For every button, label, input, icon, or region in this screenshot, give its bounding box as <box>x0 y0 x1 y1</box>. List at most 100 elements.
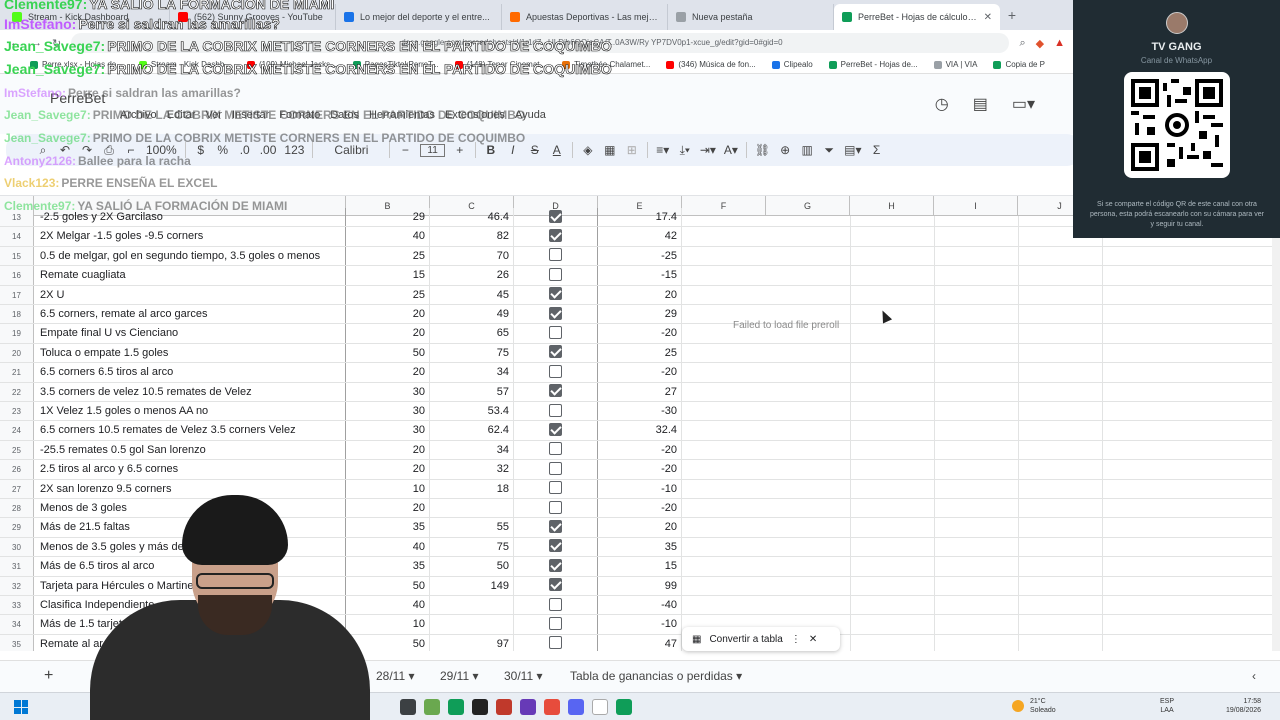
payout-cell[interactable]: 82 <box>430 227 514 246</box>
taskbar-app-icon[interactable] <box>568 699 584 715</box>
profit-cell[interactable]: 25 <box>598 343 682 363</box>
stake-cell[interactable]: 30 <box>346 382 430 401</box>
close-tab-icon[interactable]: ✕ <box>984 12 992 23</box>
profit-cell[interactable]: 35 <box>598 537 682 557</box>
currency-button[interactable]: $ <box>194 143 208 157</box>
vertical-align-icon[interactable]: ⤓▾ <box>678 143 692 158</box>
profit-cell[interactable]: -10 <box>598 479 682 498</box>
payout-cell[interactable]: 149 <box>430 576 514 595</box>
payout-cell[interactable] <box>430 615 514 634</box>
won-checkbox[interactable] <box>549 597 562 611</box>
payout-cell[interactable]: 26 <box>430 266 514 285</box>
taskbar-app-icon[interactable] <box>472 699 488 715</box>
profit-cell[interactable]: -20 <box>598 460 682 479</box>
won-checkbox[interactable] <box>549 267 562 281</box>
row-number[interactable]: 24 <box>0 421 34 440</box>
history-icon[interactable]: ◷ <box>935 94 949 114</box>
row-number[interactable]: 20 <box>0 343 34 363</box>
horizontal-align-icon[interactable]: ≡▾ <box>656 143 670 157</box>
profit-cell[interactable]: 15 <box>598 557 682 576</box>
text-wrap-icon[interactable]: ⇥▾ <box>700 143 716 157</box>
bookmark-item[interactable]: (346) Música de fon... <box>666 60 756 69</box>
won-checkbox[interactable] <box>549 422 562 436</box>
won-checkbox-cell[interactable] <box>514 421 598 440</box>
taskbar-app-icon[interactable] <box>520 699 536 715</box>
taskbar-app-icon[interactable] <box>592 699 608 715</box>
collapse-icon[interactable]: ‹ <box>1252 669 1256 683</box>
taskbar-app-icon[interactable] <box>400 699 416 715</box>
bold-button[interactable]: B <box>484 143 498 157</box>
row-number[interactable]: 32 <box>0 576 34 595</box>
won-checkbox-cell[interactable] <box>514 402 598 421</box>
payout-cell[interactable]: 65 <box>430 324 514 343</box>
profit-cell[interactable]: 32.4 <box>598 421 682 440</box>
profit-cell[interactable]: -10 <box>598 615 682 634</box>
taskbar-app-icon[interactable] <box>616 699 632 715</box>
profit-cell[interactable]: -20 <box>598 499 682 518</box>
profit-cell[interactable]: 99 <box>598 576 682 595</box>
row-number[interactable]: 28 <box>0 499 34 518</box>
profit-cell[interactable]: -30 <box>598 402 682 421</box>
won-checkbox-cell[interactable] <box>514 246 598 266</box>
payout-cell[interactable]: 34 <box>430 440 514 460</box>
payout-cell[interactable]: 18 <box>430 479 514 498</box>
decrease-decimal-button[interactable]: .0 <box>238 143 252 157</box>
won-checkbox-cell[interactable] <box>514 305 598 324</box>
font-select[interactable]: Calibri <box>321 143 381 157</box>
won-checkbox-cell[interactable] <box>514 440 598 460</box>
won-checkbox-cell[interactable] <box>514 499 598 518</box>
profit-cell[interactable]: -20 <box>598 363 682 382</box>
row-number[interactable]: 14 <box>0 227 34 246</box>
fill-color-icon[interactable]: ◈ <box>581 143 595 157</box>
insert-link-icon[interactable]: ⛓ <box>755 143 770 157</box>
sheet-tab[interactable]: 30/11 ▾ <box>504 669 543 683</box>
convert-to-table-label[interactable]: Convertir a tabla <box>709 634 782 645</box>
won-checkbox[interactable] <box>549 558 562 572</box>
row-number[interactable]: 23 <box>0 402 34 421</box>
payout-cell[interactable]: 75 <box>430 537 514 557</box>
stake-cell[interactable]: 25 <box>346 246 430 266</box>
language-indicator[interactable]: ESP LAA <box>1160 697 1174 715</box>
row-number[interactable]: 35 <box>0 634 34 651</box>
stake-cell[interactable]: 25 <box>346 285 430 304</box>
won-checkbox[interactable] <box>549 461 562 475</box>
won-checkbox[interactable] <box>549 306 562 320</box>
payout-cell[interactable]: 57 <box>430 382 514 401</box>
won-checkbox[interactable] <box>549 616 562 630</box>
add-sheet-icon[interactable]: + <box>44 667 53 685</box>
bet-description-cell[interactable]: 0.5 de melgar, gol en segundo tiempo, 3.… <box>34 246 346 266</box>
bet-description-cell[interactable]: 6.5 corners, remate al arco garces <box>34 305 346 324</box>
browser-tab[interactable]: Nueva pestaña <box>668 4 834 30</box>
profit-cell[interactable]: 20 <box>598 518 682 537</box>
text-rotation-icon[interactable]: A▾ <box>724 143 738 157</box>
row-number[interactable]: 18 <box>0 305 34 324</box>
won-checkbox-cell[interactable] <box>514 634 598 651</box>
convert-to-table-chip[interactable]: ▦ Convertir a tabla ⋮ ✕ <box>682 627 840 651</box>
bet-description-cell[interactable]: 3.5 corners de velez 10.5 remates de Vel… <box>34 382 346 401</box>
payout-cell[interactable]: 49 <box>430 305 514 324</box>
won-checkbox[interactable] <box>549 228 562 242</box>
weather-widget[interactable]: 21°C Soleado <box>1012 697 1056 715</box>
text-color-button[interactable]: A <box>550 143 564 157</box>
profile-icon[interactable]: ▲ <box>1054 37 1065 49</box>
won-checkbox[interactable] <box>549 539 562 553</box>
filter-views-icon[interactable]: ▤▾ <box>844 143 861 157</box>
profit-cell[interactable]: -40 <box>598 596 682 615</box>
profit-cell[interactable]: -20 <box>598 440 682 460</box>
row-number[interactable]: 16 <box>0 266 34 285</box>
filter-icon[interactable]: ⏷ <box>822 143 836 158</box>
won-checkbox-cell[interactable] <box>514 343 598 363</box>
chevron-down-icon[interactable]: ▾ <box>469 669 478 683</box>
close-icon[interactable]: ✕ <box>809 634 817 645</box>
taskbar-app-icon[interactable] <box>424 699 440 715</box>
profit-cell[interactable]: 27 <box>598 382 682 401</box>
sheet-tab[interactable]: 28/11 ▾ <box>376 669 415 683</box>
vertical-scrollbar[interactable] <box>1272 196 1280 651</box>
bet-description-cell[interactable]: Toluca o empate 1.5 goles <box>34 343 346 363</box>
bet-description-cell[interactable]: 2.5 tiros al arco y 6.5 cornes <box>34 460 346 479</box>
sheet-tab[interactable]: Tabla de ganancias o perdidas ▾ <box>570 669 742 683</box>
stake-cell[interactable]: 20 <box>346 324 430 343</box>
won-checkbox-cell[interactable] <box>514 557 598 576</box>
bookmark-item[interactable]: PerreBet - Hojas de... <box>828 60 918 69</box>
payout-cell[interactable]: 34 <box>430 363 514 382</box>
